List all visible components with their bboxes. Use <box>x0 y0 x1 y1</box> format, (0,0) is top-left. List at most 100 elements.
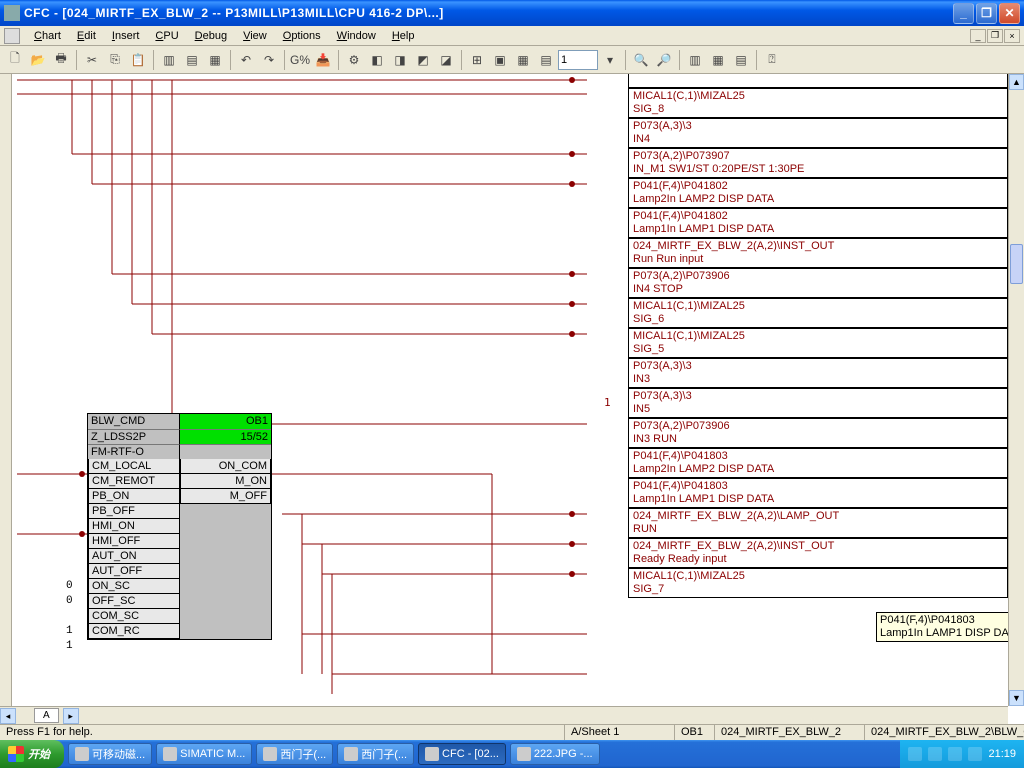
redo-icon[interactable]: ↷ <box>258 49 280 71</box>
signal-row[interactable]: IN_M2 SW2 <box>628 74 1008 88</box>
port-in-pb_off[interactable]: PB_OFF <box>88 504 180 519</box>
tab-next-icon[interactable]: ▸ <box>63 708 79 724</box>
signal-row[interactable]: MICAL1(C,1)\MIZAL25SIG_5 <box>628 328 1008 358</box>
chart-ref-icon[interactable]: ▤ <box>181 49 203 71</box>
catalog-icon[interactable]: ▥ <box>158 49 180 71</box>
signal-row[interactable]: P073(A,3)\3IN5 <box>628 388 1008 418</box>
tool2-icon[interactable]: ◧ <box>366 49 388 71</box>
signal-row[interactable]: P073(A,2)\P073906IN3 RUN <box>628 418 1008 448</box>
signal-row[interactable]: P073(A,3)\3IN3 <box>628 358 1008 388</box>
undo-icon[interactable]: ↶ <box>235 49 257 71</box>
zoomout-icon[interactable]: 🔍 <box>630 49 652 71</box>
port-out-on_com[interactable]: ON_COM <box>180 459 271 474</box>
grid1-icon[interactable]: ▥ <box>684 49 706 71</box>
mdi-close[interactable]: × <box>1004 29 1020 43</box>
port-in-cm_remot[interactable]: CM_REMOT <box>88 474 180 489</box>
compile-icon[interactable]: G% <box>289 49 311 71</box>
close-button[interactable]: ✕ <box>999 3 1020 24</box>
signal-row[interactable]: MICAL1(C,1)\MIZAL25SIG_8 <box>628 88 1008 118</box>
signal-row[interactable]: P073(A,2)\P073906IN4 STOP <box>628 268 1008 298</box>
new-icon[interactable]: 🗋 <box>4 49 26 71</box>
open-icon[interactable]: 📂 <box>27 49 49 71</box>
grid2-icon[interactable]: ▦ <box>707 49 729 71</box>
port-in-on_sc[interactable]: ON_SC <box>88 579 180 594</box>
taskbar-item[interactable]: 可移动磁... <box>68 743 152 765</box>
signal-row[interactable]: 024_MIRTF_EX_BLW_2(A,2)\INST_OUTReady Re… <box>628 538 1008 568</box>
zoomin-icon[interactable]: 🔎 <box>653 49 675 71</box>
scroll-thumb[interactable] <box>1010 244 1023 284</box>
vertical-scrollbar[interactable]: ▲ ▼ <box>1008 74 1024 706</box>
tray-icon[interactable] <box>908 747 922 761</box>
tab-first-icon[interactable]: ◂ <box>0 708 16 724</box>
grid3-icon[interactable]: ▤ <box>730 49 752 71</box>
taskbar-item[interactable]: 222.JPG -... <box>510 743 600 765</box>
print-icon[interactable]: 🖶 <box>50 49 72 71</box>
port-in-hmi_off[interactable]: HMI_OFF <box>88 534 180 549</box>
port-in-com_sc[interactable]: COM_SC <box>88 609 180 624</box>
signal-row[interactable]: MICAL1(C,1)\MIZAL25SIG_6 <box>628 298 1008 328</box>
taskbar-item[interactable]: SIMATIC M... <box>156 743 252 765</box>
port-in-com_rc[interactable]: COM_RC <box>88 624 180 639</box>
tool6-icon[interactable]: ⊞ <box>466 49 488 71</box>
copy-icon[interactable]: ⎘ <box>104 49 126 71</box>
tray-icon[interactable] <box>928 747 942 761</box>
tool3-icon[interactable]: ◨ <box>389 49 411 71</box>
scroll-down-icon[interactable]: ▼ <box>1009 690 1024 706</box>
help-icon[interactable]: ⍰ <box>761 49 783 71</box>
port-in-aut_off[interactable]: AUT_OFF <box>88 564 180 579</box>
paste-icon[interactable]: 📋 <box>127 49 149 71</box>
signal-row[interactable]: P073(A,3)\3IN4 <box>628 118 1008 148</box>
cut-icon[interactable]: ✂ <box>81 49 103 71</box>
tool4-icon[interactable]: ◩ <box>412 49 434 71</box>
download-icon[interactable]: 📥 <box>312 49 334 71</box>
clock[interactable]: 21:19 <box>988 748 1016 760</box>
taskbar-item[interactable]: 西门子(... <box>256 743 333 765</box>
sheet-tab-a[interactable]: A <box>34 708 59 723</box>
combo-down-icon[interactable]: ▾ <box>599 49 621 71</box>
scroll-up-icon[interactable]: ▲ <box>1009 74 1024 90</box>
mdi-icon[interactable] <box>4 28 20 44</box>
signal-row[interactable]: 024_MIRTF_EX_BLW_2(A,2)\LAMP_OUTRUN <box>628 508 1008 538</box>
tool5-icon[interactable]: ◪ <box>435 49 457 71</box>
menu-options[interactable]: Options <box>275 28 329 44</box>
tool9-icon[interactable]: ▤ <box>535 49 557 71</box>
signal-row[interactable]: P041(F,4)\P041802Lamp2In LAMP2 DISP DATA <box>628 178 1008 208</box>
sheet-icon[interactable]: ▦ <box>204 49 226 71</box>
mdi-restore[interactable]: ❐ <box>987 29 1003 43</box>
tool7-icon[interactable]: ▣ <box>489 49 511 71</box>
test-icon[interactable]: ⚙ <box>343 49 365 71</box>
tool8-icon[interactable]: ▦ <box>512 49 534 71</box>
tray-icon[interactable] <box>968 747 982 761</box>
port-in-aut_on[interactable]: AUT_ON <box>88 549 180 564</box>
zoom-combo[interactable] <box>558 50 598 70</box>
taskbar-item[interactable]: 西门子(... <box>337 743 414 765</box>
port-in-hmi_on[interactable]: HMI_ON <box>88 519 180 534</box>
signal-row[interactable]: P041(F,4)\P041803Lamp2In LAMP2 DISP DATA <box>628 448 1008 478</box>
menu-debug[interactable]: Debug <box>187 28 235 44</box>
port-out-m_off[interactable]: M_OFF <box>180 489 271 504</box>
minimize-button[interactable]: _ <box>953 3 974 24</box>
menu-help[interactable]: Help <box>384 28 423 44</box>
signal-row[interactable]: P073(A,2)\P073907IN_M1 SW1/ST 0:20PE/ST … <box>628 148 1008 178</box>
menu-view[interactable]: View <box>235 28 275 44</box>
signal-row[interactable]: 024_MIRTF_EX_BLW_2(A,2)\INST_OUTRun Run … <box>628 238 1008 268</box>
port-in-pb_on[interactable]: PB_ON <box>88 489 180 504</box>
function-block[interactable]: BLW_CMD OB1 Z_LDSS2P 15/52 FM-RTF-O CM_L… <box>87 413 272 640</box>
tray-icon[interactable] <box>948 747 962 761</box>
port-in-off_sc[interactable]: OFF_SC <box>88 594 180 609</box>
taskbar-item[interactable]: CFC - [02... <box>418 743 506 765</box>
signal-row[interactable]: P041(F,4)\P041802Lamp1In LAMP1 DISP DATA <box>628 208 1008 238</box>
menu-chart[interactable]: Chart <box>26 28 69 44</box>
menu-cpu[interactable]: CPU <box>147 28 186 44</box>
mdi-minimize[interactable]: _ <box>970 29 986 43</box>
system-tray[interactable]: 21:19 <box>900 740 1024 768</box>
canvas[interactable]: BLW_CMD OB1 Z_LDSS2P 15/52 FM-RTF-O CM_L… <box>12 74 1008 706</box>
signal-row[interactable]: MICAL1(C,1)\MIZAL25SIG_7 <box>628 568 1008 598</box>
port-in-cm_local[interactable]: CM_LOCAL <box>88 459 180 474</box>
menu-insert[interactable]: Insert <box>104 28 148 44</box>
menu-edit[interactable]: Edit <box>69 28 104 44</box>
signal-row[interactable]: P041(F,4)\P041803Lamp1In LAMP1 DISP DATA <box>628 478 1008 508</box>
start-button[interactable]: 开始 <box>0 740 64 768</box>
menu-window[interactable]: Window <box>329 28 384 44</box>
maximize-button[interactable]: ❐ <box>976 3 997 24</box>
